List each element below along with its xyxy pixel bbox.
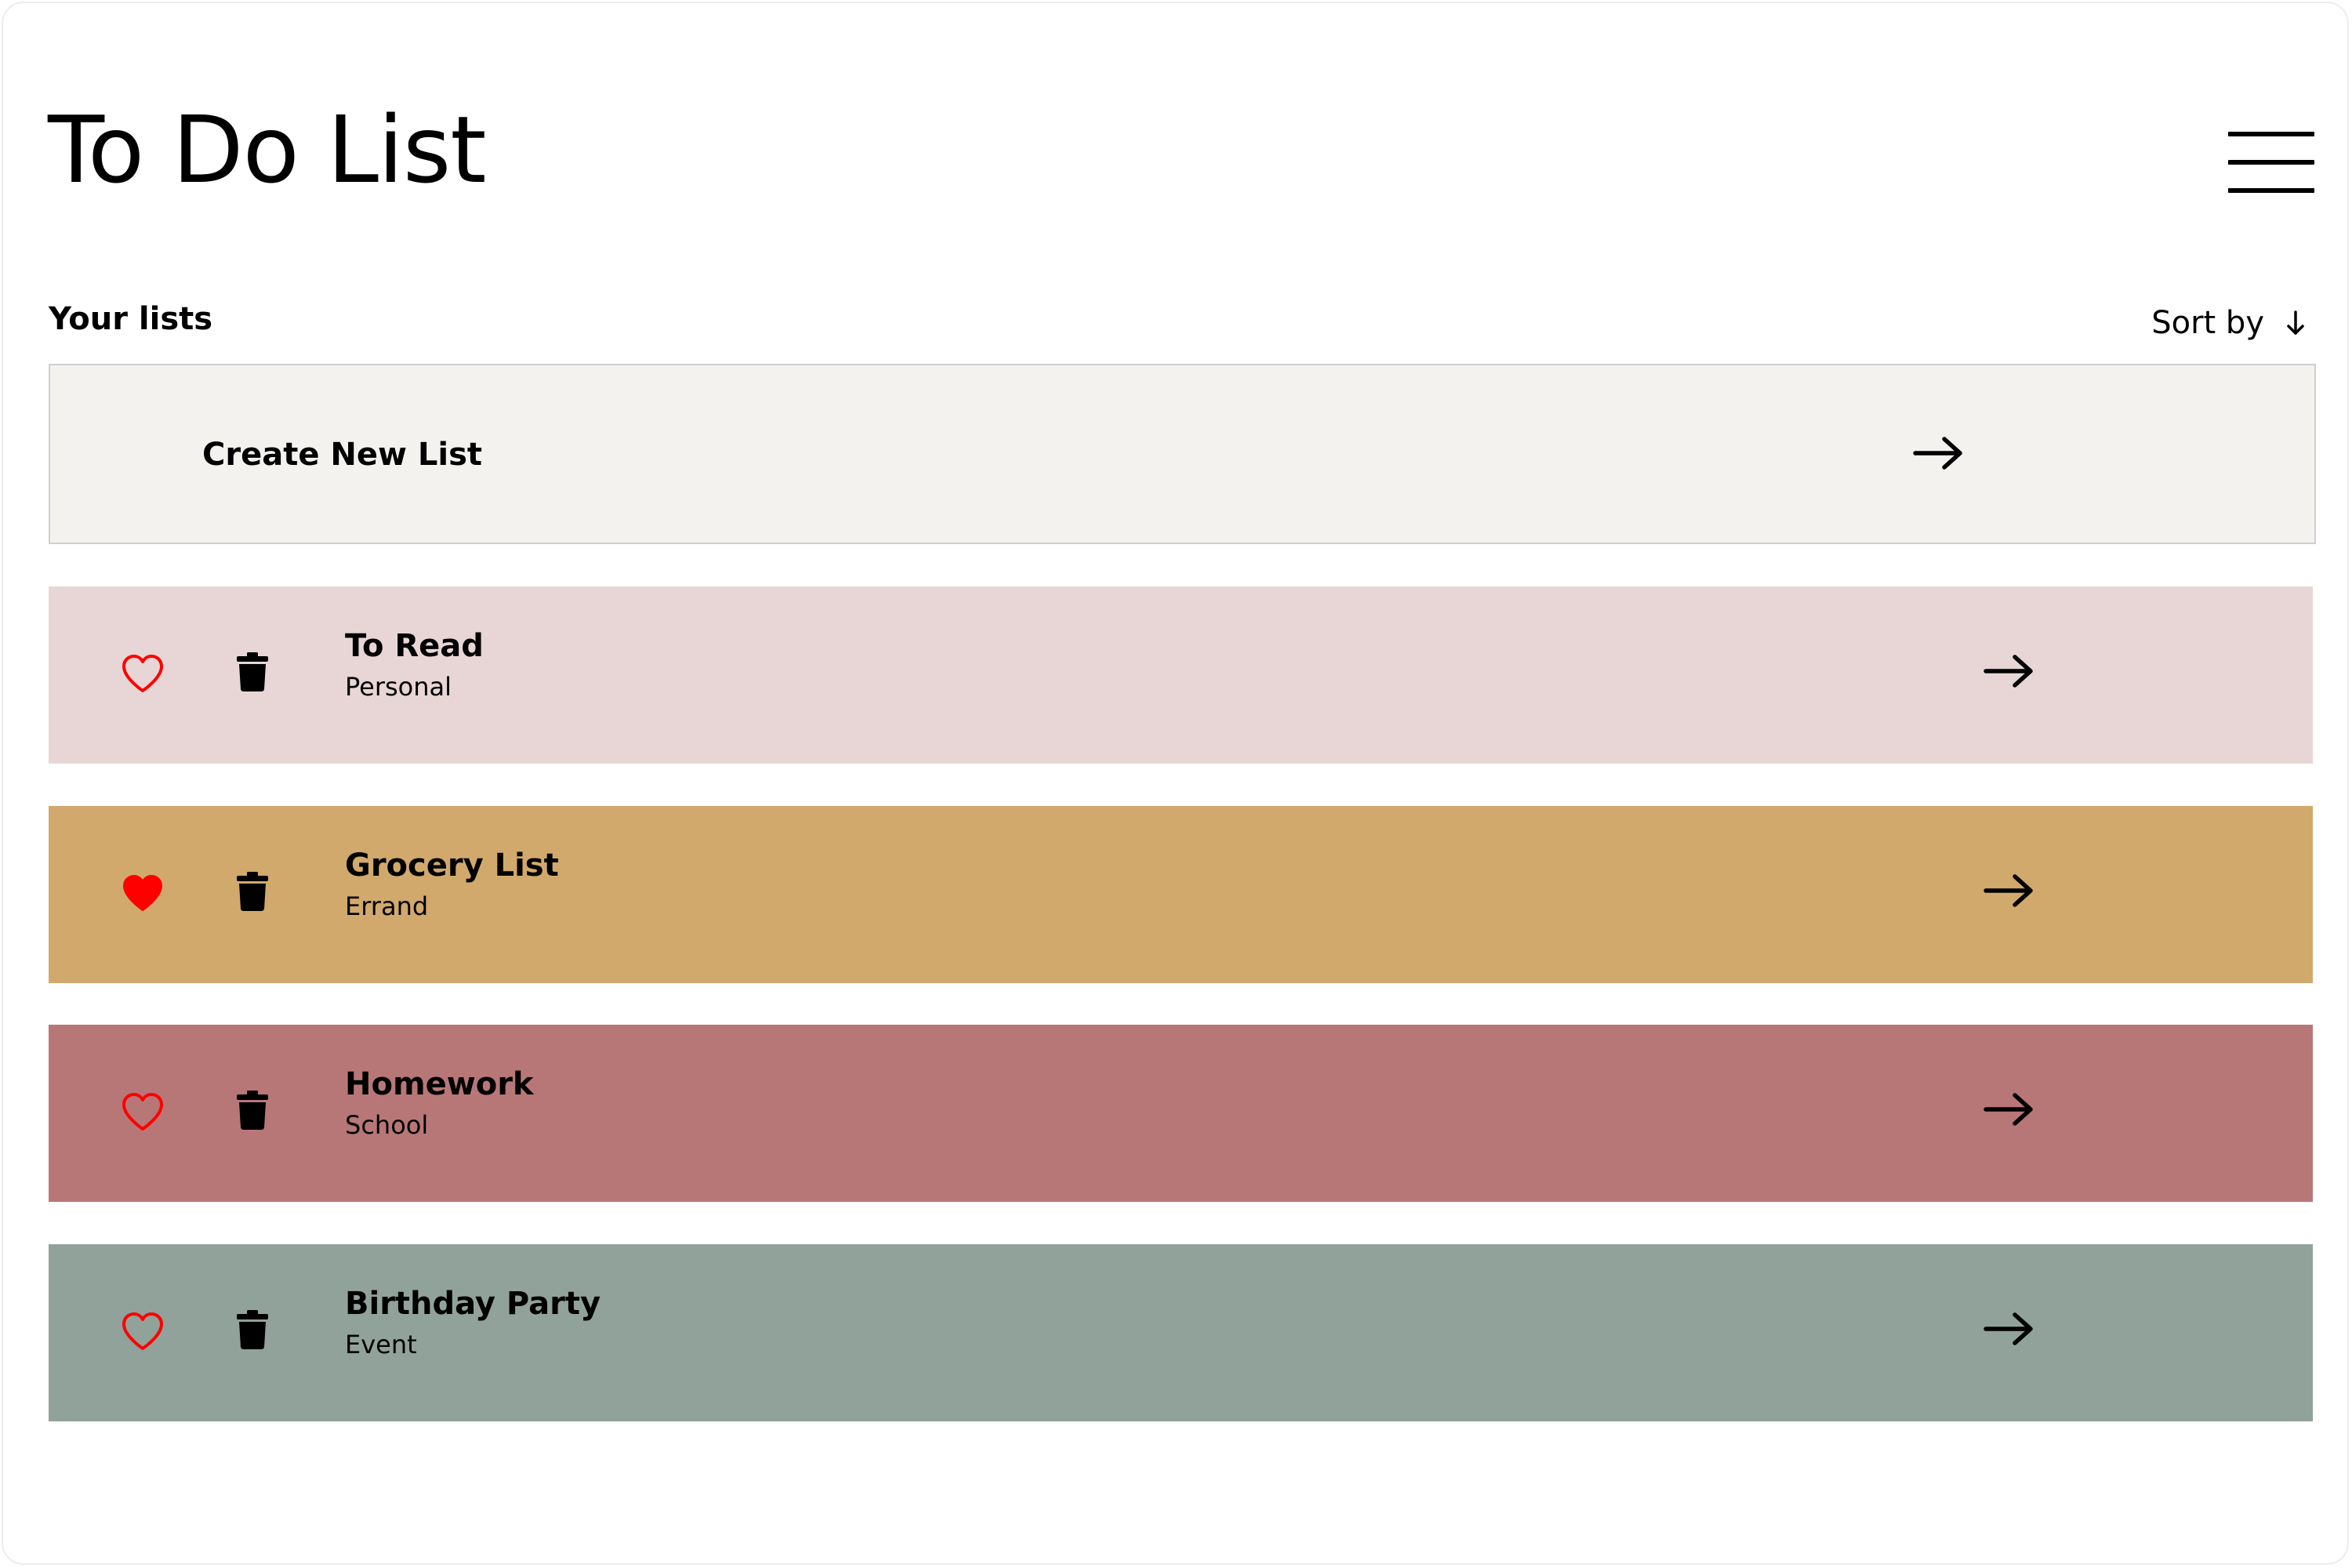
list-title: To Read	[345, 628, 484, 664]
list-card-text: Birthday Party Event	[345, 1288, 601, 1357]
create-new-list-label: Create New List	[202, 437, 482, 473]
section-heading: Your lists	[49, 301, 213, 337]
list-card-text: Homework School	[345, 1069, 534, 1138]
arrow-right-icon[interactable]	[1984, 1312, 2034, 1349]
list-title: Birthday Party	[345, 1286, 601, 1322]
list-category: School	[345, 1110, 429, 1140]
list-card[interactable]: Homework School	[49, 1025, 2313, 1202]
trash-icon[interactable]	[235, 652, 270, 691]
list-card[interactable]: Birthday Party Event	[49, 1244, 2313, 1421]
arrow-down-icon	[2286, 310, 2305, 336]
list-card[interactable]: To Read Personal	[49, 586, 2313, 764]
heart-icon[interactable]	[121, 1312, 165, 1352]
hamburger-menu-icon-line-top	[2228, 132, 2314, 136]
sort-label: Sort by	[2151, 305, 2264, 341]
list-title: Grocery List	[345, 848, 559, 884]
trash-icon[interactable]	[235, 1091, 270, 1130]
heart-icon[interactable]	[121, 1092, 165, 1133]
arrow-right-icon	[1913, 436, 1963, 474]
list-title: Homework	[345, 1066, 534, 1102]
list-card-text: To Read Personal	[345, 630, 484, 699]
hamburger-menu-icon-line-middle	[2228, 160, 2314, 165]
trash-icon[interactable]	[235, 1310, 270, 1349]
list-category: Event	[345, 1330, 417, 1359]
page-title: To Do List	[48, 96, 487, 204]
heart-icon[interactable]	[121, 873, 165, 914]
arrow-right-icon[interactable]	[1984, 1092, 2034, 1130]
arrow-right-icon[interactable]	[1984, 873, 2034, 911]
list-category: Errand	[345, 891, 429, 921]
app-window: To Do List Your lists Sort by Create New…	[2, 2, 2349, 1565]
sort-button[interactable]: Sort by	[2151, 301, 2305, 345]
arrow-right-icon[interactable]	[1984, 654, 2034, 691]
create-new-list-button[interactable]: Create New List	[49, 364, 2316, 544]
hamburger-menu-icon-line-bottom	[2228, 188, 2314, 193]
menu-button[interactable]	[2228, 129, 2314, 196]
list-card-text: Grocery List Errand	[345, 850, 559, 919]
trash-icon[interactable]	[235, 872, 270, 911]
list-card[interactable]: Grocery List Errand	[49, 806, 2313, 983]
list-category: Personal	[345, 672, 452, 702]
heart-icon[interactable]	[121, 654, 165, 695]
